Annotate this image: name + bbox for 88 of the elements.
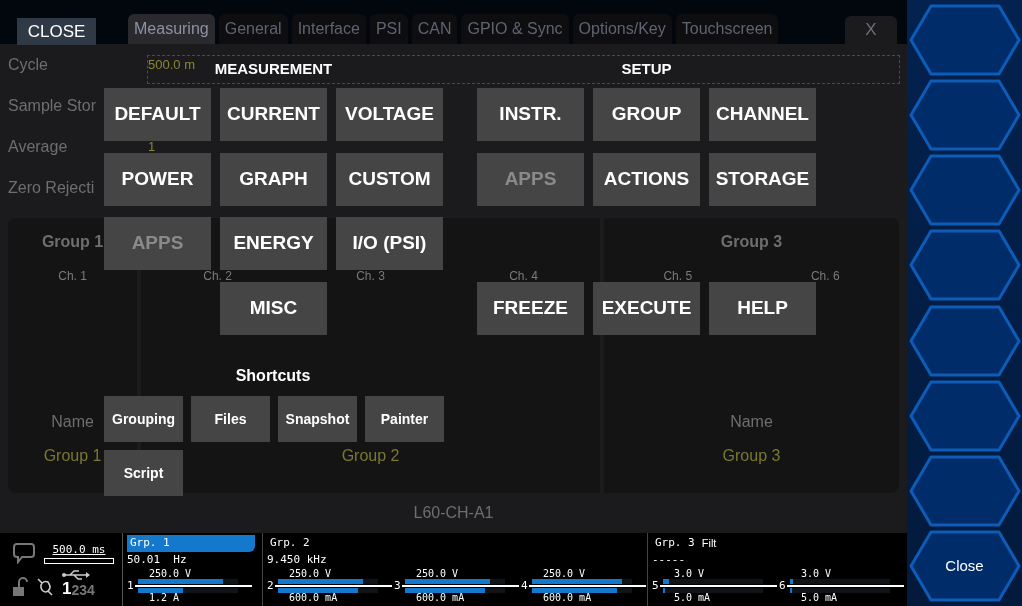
current-reading: 600.0 mA bbox=[289, 593, 338, 603]
current-reading: 5.0 mA bbox=[801, 593, 838, 603]
channel-label: Ch. 4 bbox=[509, 270, 538, 282]
shortcut-button[interactable]: Files bbox=[191, 396, 270, 442]
menu-button[interactable]: CHANNEL bbox=[709, 88, 816, 141]
menu-button[interactable]: POWER bbox=[104, 153, 211, 206]
voltage-reading: 250.0 V bbox=[543, 569, 586, 579]
menu-button[interactable]: GRAPH bbox=[220, 153, 327, 206]
cycle-time: 500.0 ms bbox=[52, 541, 106, 558]
channel-number: 5 bbox=[652, 577, 660, 594]
menu-button[interactable]: INSTR. bbox=[477, 88, 584, 141]
group-title: Group 1 bbox=[41, 232, 104, 252]
group-name: Group 2 bbox=[341, 446, 400, 466]
channel-label: Ch. 3 bbox=[356, 270, 385, 282]
section-title: MEASUREMENT bbox=[214, 59, 333, 79]
device-model-text: L60-CH-A1 bbox=[413, 503, 494, 523]
channel-label: Ch. 2 bbox=[203, 270, 232, 282]
plug-icon bbox=[36, 577, 54, 598]
shortcuts-title: Shortcuts bbox=[235, 366, 311, 386]
channel-number: 2 bbox=[267, 577, 275, 594]
setting-value: 1 bbox=[148, 141, 156, 152]
channel-number: 4 bbox=[521, 577, 529, 594]
close-menu-button[interactable]: CLOSE bbox=[17, 18, 96, 45]
softkey[interactable] bbox=[908, 454, 1021, 527]
menu-button[interactable]: DEFAULT bbox=[104, 88, 211, 141]
voltage-reading: 250.0 V bbox=[149, 569, 192, 579]
frequency-reading: ----- bbox=[652, 552, 687, 567]
unlocked-padlock-icon bbox=[12, 577, 28, 598]
group-tag[interactable]: Grp. 2 bbox=[267, 535, 313, 552]
menu-button[interactable]: I/O (PSI) bbox=[336, 217, 443, 270]
name-label: Name bbox=[730, 412, 773, 432]
name-label: Name bbox=[51, 412, 94, 432]
group-tag[interactable]: Grp. 3 bbox=[652, 535, 698, 552]
menu-button[interactable]: ACTIONS bbox=[593, 153, 700, 206]
softkey[interactable] bbox=[908, 154, 1021, 227]
setting-label: Zero Rejecti bbox=[8, 179, 96, 196]
softkey[interactable] bbox=[908, 304, 1021, 377]
menu-button[interactable]: GROUP bbox=[593, 88, 700, 141]
usb-port-number: 2 bbox=[71, 583, 80, 598]
current-reading: 5.0 mA bbox=[674, 593, 711, 603]
channel-number: 6 bbox=[779, 577, 787, 594]
usb-port-number: 4 bbox=[87, 583, 95, 598]
channel-number: 3 bbox=[394, 577, 402, 594]
menu-button[interactable]: CUSTOM bbox=[336, 153, 443, 206]
group-title: Group 3 bbox=[720, 232, 783, 252]
usb-port-number: 3 bbox=[79, 583, 88, 598]
softkey[interactable] bbox=[908, 4, 1021, 76]
menu-button[interactable]: FREEZE bbox=[477, 282, 584, 335]
menu-button[interactable]: HELP bbox=[709, 282, 816, 335]
usb-icon bbox=[62, 570, 90, 581]
group-name: Group 3 bbox=[722, 446, 781, 466]
voltage-reading: 250.0 V bbox=[416, 569, 459, 579]
menu-button[interactable]: EXECUTE bbox=[593, 282, 700, 335]
frequency-reading: 50.01 Hz bbox=[127, 552, 188, 567]
shortcut-button[interactable]: Grouping bbox=[104, 396, 183, 442]
current-reading: 600.0 mA bbox=[416, 593, 465, 603]
shortcut-button[interactable]: Painter bbox=[365, 396, 444, 442]
channel-label: Ch. 1 bbox=[58, 270, 87, 282]
softkey[interactable] bbox=[908, 379, 1021, 452]
menu-button[interactable]: VOLTAGE bbox=[336, 88, 443, 141]
menu-button[interactable]: STORAGE bbox=[709, 153, 816, 206]
channel-label: Ch. 6 bbox=[810, 270, 840, 282]
current-reading: 600.0 mA bbox=[543, 593, 592, 603]
softkey[interactable] bbox=[908, 79, 1021, 152]
shortcut-button[interactable]: Snapshot bbox=[278, 396, 357, 442]
current-reading: 1.2 A bbox=[149, 593, 180, 603]
section-title: SETUP bbox=[621, 59, 672, 79]
voltage-reading: 250.0 V bbox=[289, 569, 332, 579]
shortcut-button[interactable]: Script bbox=[104, 450, 183, 496]
channel-number: 1 bbox=[127, 577, 135, 594]
setting-label: Average bbox=[8, 138, 69, 155]
usb-port-number: 1 bbox=[62, 580, 72, 598]
frequency-reading: 9.450 kHz bbox=[267, 552, 328, 567]
close-softkey[interactable]: Close bbox=[908, 530, 1021, 602]
group-tag[interactable]: Grp. 1 bbox=[127, 535, 255, 552]
setting-label: Cycle bbox=[8, 56, 49, 73]
speech-bubble-icon[interactable] bbox=[12, 542, 36, 564]
menu-button[interactable]: CURRENT bbox=[220, 88, 327, 141]
group-name: Group 1 bbox=[43, 446, 102, 466]
voltage-reading: 3.0 V bbox=[674, 569, 705, 579]
voltage-reading: 3.0 V bbox=[801, 569, 832, 579]
filter-label: Filt bbox=[701, 536, 717, 552]
softkey[interactable] bbox=[908, 229, 1021, 302]
setting-value: 500.0 m bbox=[148, 59, 195, 70]
menu-button[interactable]: ENERGY bbox=[220, 217, 327, 270]
menu-button[interactable]: MISC bbox=[220, 282, 327, 335]
tab[interactable]: Measuring bbox=[128, 14, 215, 44]
channel-label: Ch. 5 bbox=[663, 270, 693, 282]
